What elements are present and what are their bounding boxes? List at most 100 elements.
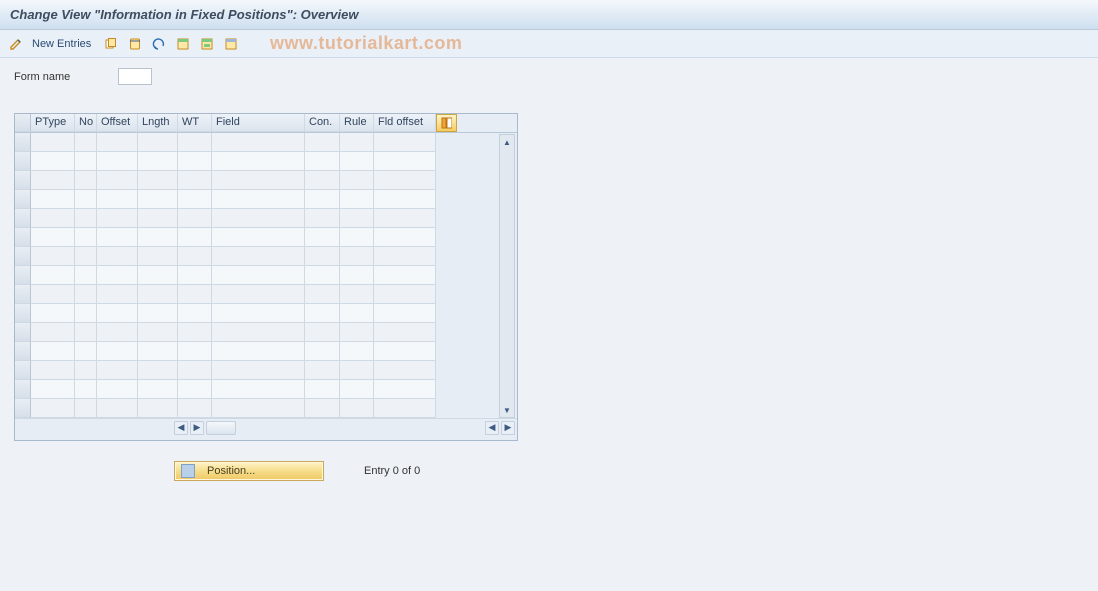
row-selector[interactable] (15, 266, 31, 285)
col-header-fld-offset[interactable]: Fld offset (374, 114, 436, 132)
table-cell[interactable] (97, 304, 138, 323)
table-cell[interactable] (75, 304, 97, 323)
table-cell[interactable] (31, 399, 75, 418)
position-button[interactable]: Position... (174, 461, 324, 481)
table-cell[interactable] (97, 342, 138, 361)
table-cell[interactable] (212, 190, 305, 209)
table-cell[interactable] (178, 133, 212, 152)
col-header-wt[interactable]: WT (178, 114, 212, 132)
table-cell[interactable] (138, 323, 178, 342)
table-cell[interactable] (305, 133, 340, 152)
table-cell[interactable] (31, 209, 75, 228)
table-cell[interactable] (374, 323, 436, 342)
table-cell[interactable] (31, 380, 75, 399)
change-icon[interactable] (6, 34, 26, 54)
scroll-up-icon[interactable]: ▲ (500, 135, 514, 149)
table-cell[interactable] (75, 399, 97, 418)
table-cell[interactable] (212, 266, 305, 285)
table-cell[interactable] (31, 247, 75, 266)
table-cell[interactable] (374, 361, 436, 380)
scroll-right-end-icon[interactable]: ▶ (501, 421, 515, 435)
table-cell[interactable] (75, 323, 97, 342)
scroll-down-icon[interactable]: ▼ (500, 403, 514, 417)
table-cell[interactable] (31, 152, 75, 171)
row-selector[interactable] (15, 323, 31, 342)
table-cell[interactable] (31, 361, 75, 380)
table-cell[interactable] (75, 266, 97, 285)
table-cell[interactable] (138, 133, 178, 152)
table-cell[interactable] (31, 323, 75, 342)
table-cell[interactable] (212, 285, 305, 304)
table-cell[interactable] (178, 323, 212, 342)
table-cell[interactable] (75, 361, 97, 380)
table-cell[interactable] (305, 304, 340, 323)
table-cell[interactable] (31, 285, 75, 304)
deselect-all-icon[interactable] (221, 34, 241, 54)
table-cell[interactable] (340, 323, 374, 342)
table-cell[interactable] (138, 304, 178, 323)
table-cell[interactable] (138, 342, 178, 361)
scroll-right-icon[interactable]: ▶ (190, 421, 204, 435)
table-cell[interactable] (31, 342, 75, 361)
table-cell[interactable] (212, 228, 305, 247)
table-cell[interactable] (138, 209, 178, 228)
scroll-thumb[interactable] (206, 421, 236, 435)
table-cell[interactable] (178, 152, 212, 171)
table-cell[interactable] (75, 285, 97, 304)
row-selector[interactable] (15, 342, 31, 361)
table-cell[interactable] (305, 342, 340, 361)
table-cell[interactable] (97, 247, 138, 266)
table-cell[interactable] (178, 304, 212, 323)
table-cell[interactable] (340, 285, 374, 304)
table-cell[interactable] (97, 361, 138, 380)
table-cell[interactable] (31, 171, 75, 190)
col-header-lngth[interactable]: Lngth (138, 114, 178, 132)
row-selector[interactable] (15, 361, 31, 380)
table-cell[interactable] (75, 152, 97, 171)
table-cell[interactable] (138, 152, 178, 171)
table-cell[interactable] (97, 190, 138, 209)
table-cell[interactable] (374, 304, 436, 323)
table-cell[interactable] (374, 285, 436, 304)
table-cell[interactable] (138, 171, 178, 190)
col-header-field[interactable]: Field (212, 114, 305, 132)
table-cell[interactable] (374, 171, 436, 190)
table-cell[interactable] (138, 399, 178, 418)
table-cell[interactable] (374, 399, 436, 418)
table-cell[interactable] (374, 380, 436, 399)
new-entries-button[interactable]: New Entries (30, 38, 97, 50)
select-all-rows-corner[interactable] (15, 114, 31, 132)
table-cell[interactable] (305, 228, 340, 247)
row-selector[interactable] (15, 285, 31, 304)
table-cell[interactable] (340, 171, 374, 190)
table-cell[interactable] (75, 133, 97, 152)
table-cell[interactable] (305, 380, 340, 399)
table-cell[interactable] (305, 209, 340, 228)
col-header-no[interactable]: No (75, 114, 97, 132)
table-cell[interactable] (305, 399, 340, 418)
delete-icon[interactable] (125, 34, 145, 54)
row-selector[interactable] (15, 228, 31, 247)
row-selector[interactable] (15, 399, 31, 418)
row-selector[interactable] (15, 304, 31, 323)
table-cell[interactable] (75, 342, 97, 361)
table-cell[interactable] (305, 171, 340, 190)
table-cell[interactable] (305, 323, 340, 342)
table-cell[interactable] (178, 171, 212, 190)
vertical-scrollbar[interactable]: ▲ ▼ (499, 134, 515, 418)
table-cell[interactable] (75, 228, 97, 247)
table-cell[interactable] (97, 228, 138, 247)
table-cell[interactable] (212, 399, 305, 418)
table-cell[interactable] (340, 133, 374, 152)
table-cell[interactable] (31, 266, 75, 285)
table-cell[interactable] (305, 285, 340, 304)
table-cell[interactable] (340, 190, 374, 209)
table-cell[interactable] (340, 152, 374, 171)
table-cell[interactable] (75, 247, 97, 266)
table-cell[interactable] (305, 247, 340, 266)
row-selector[interactable] (15, 190, 31, 209)
table-cell[interactable] (31, 304, 75, 323)
table-cell[interactable] (138, 285, 178, 304)
col-header-ptype[interactable]: PType (31, 114, 75, 132)
table-settings-icon[interactable] (436, 114, 457, 132)
